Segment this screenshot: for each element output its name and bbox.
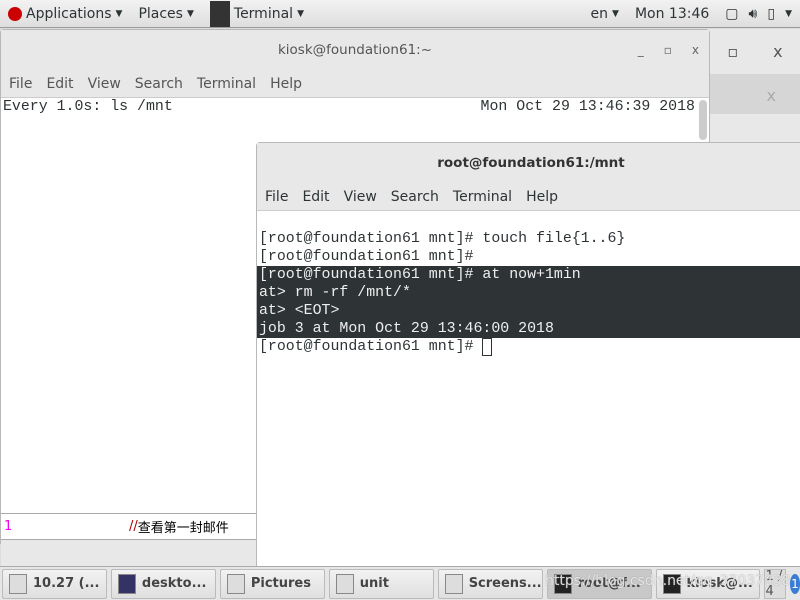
notification-icon[interactable]: 1 (789, 573, 800, 594)
volume-icon: 🔊︎ (748, 5, 758, 22)
menu-search[interactable]: Search (135, 76, 183, 92)
battery-icon: ▯ (767, 5, 776, 22)
menu-terminal[interactable]: Terminal (453, 189, 512, 205)
task-gedit[interactable]: 10.27 (... (2, 568, 107, 599)
task-unit[interactable]: unit (328, 568, 434, 599)
clock[interactable]: Mon 13:46 (627, 0, 717, 28)
terminal-line: [root@foundation61 mnt]# touch file{1..6… (259, 231, 626, 247)
maximize-button[interactable]: ▫ (727, 42, 738, 61)
monitor-icon (117, 573, 136, 594)
selected-text: [root@foundation61 mnt]# at now+1min at> … (257, 266, 800, 338)
file-cabinet-icon (226, 573, 245, 594)
caret-down-icon: ▼ (297, 8, 304, 19)
task-desktop[interactable]: deskto... (110, 568, 216, 599)
workspace-switcher[interactable]: 1 / 4 (764, 568, 786, 599)
menu-edit[interactable]: Edit (46, 76, 73, 92)
caret-down-icon: ▼ (115, 8, 123, 19)
root-terminal-window: root@foundation61:/mnt File Edit View Searc… (256, 142, 800, 567)
screen-icon: ▢ (725, 5, 739, 22)
close-button[interactable]: x (692, 43, 699, 57)
caret-down-icon: ▼ (785, 8, 792, 19)
menu-help[interactable]: Help (270, 76, 302, 92)
close-button[interactable]: x (773, 42, 782, 61)
menu-search[interactable]: Search (391, 189, 439, 205)
menu-view[interactable]: View (344, 189, 377, 205)
window-titlebar[interactable]: kiosk@foundation61:~ _ ▫ x (1, 30, 709, 70)
caret-down-icon: ▼ (186, 8, 194, 19)
task-screenshot[interactable]: Screens... (437, 568, 543, 599)
terminal-output[interactable]: [root@foundation61 mnt]# touch file{1..6… (257, 211, 800, 392)
watch-command: Every 1.0s: ls /mnt (3, 99, 173, 115)
applications-menu[interactable]: Applications ▼ (0, 0, 130, 28)
screenshot-icon (444, 573, 463, 594)
terminal-line: at> rm -rf /mnt/* (259, 285, 411, 301)
scrollbar[interactable] (699, 100, 707, 140)
minimize-button[interactable]: _ (638, 43, 644, 57)
terminal-line: at> <EOT> (259, 303, 340, 319)
cursor (482, 338, 493, 356)
tab-close-button[interactable]: x (767, 86, 776, 105)
task-pictures[interactable]: Pictures (219, 568, 325, 599)
top-panel: Applications ▼ Places ▼ Terminal ▼ en ▼ Mon … (0, 0, 800, 28)
terminal-icon (209, 0, 230, 27)
menu-edit[interactable]: Edit (302, 189, 329, 205)
redhat-icon (8, 6, 22, 21)
task-root-terminal[interactable]: root@f... (546, 568, 652, 599)
maximize-button[interactable]: ▫ (664, 43, 672, 57)
window-titlebar[interactable]: root@foundation61:/mnt (257, 143, 800, 183)
places-menu[interactable]: Places ▼ (130, 0, 201, 28)
caret-down-icon: ▼ (612, 8, 619, 19)
terminal-icon (553, 573, 572, 594)
terminal-line: job 3 at Mon Oct 29 13:46:00 2018 (259, 321, 554, 337)
text-editor-icon (9, 573, 27, 594)
terminal-app-menu[interactable]: Terminal ▼ (202, 0, 312, 28)
language-selector[interactable]: en ▼ (583, 0, 627, 28)
terminal-icon (662, 573, 681, 594)
system-menu[interactable]: ▢ 🔊︎ ▯ ▼ (717, 0, 800, 28)
menu-bar: File Edit View Search Terminal Help (1, 70, 709, 98)
taskbar: 10.27 (... deskto... Pictures unit Scree… (0, 566, 800, 600)
menu-terminal[interactable]: Terminal (197, 76, 256, 92)
file-cabinet-icon (335, 573, 354, 594)
terminal-line: [root@foundation61 mnt]# (259, 249, 483, 265)
menu-view[interactable]: View (88, 76, 121, 92)
menu-file[interactable]: File (9, 76, 32, 92)
menu-file[interactable]: File (265, 189, 288, 205)
menu-help[interactable]: Help (526, 189, 558, 205)
menu-bar: File Edit View Search Terminal Help (257, 183, 800, 211)
task-kiosk-terminal[interactable]: kiosk@... (655, 568, 761, 599)
terminal-line: [root@foundation61 mnt]# at now+1min (259, 267, 581, 283)
terminal-line: [root@foundation61 mnt]# (259, 338, 800, 356)
